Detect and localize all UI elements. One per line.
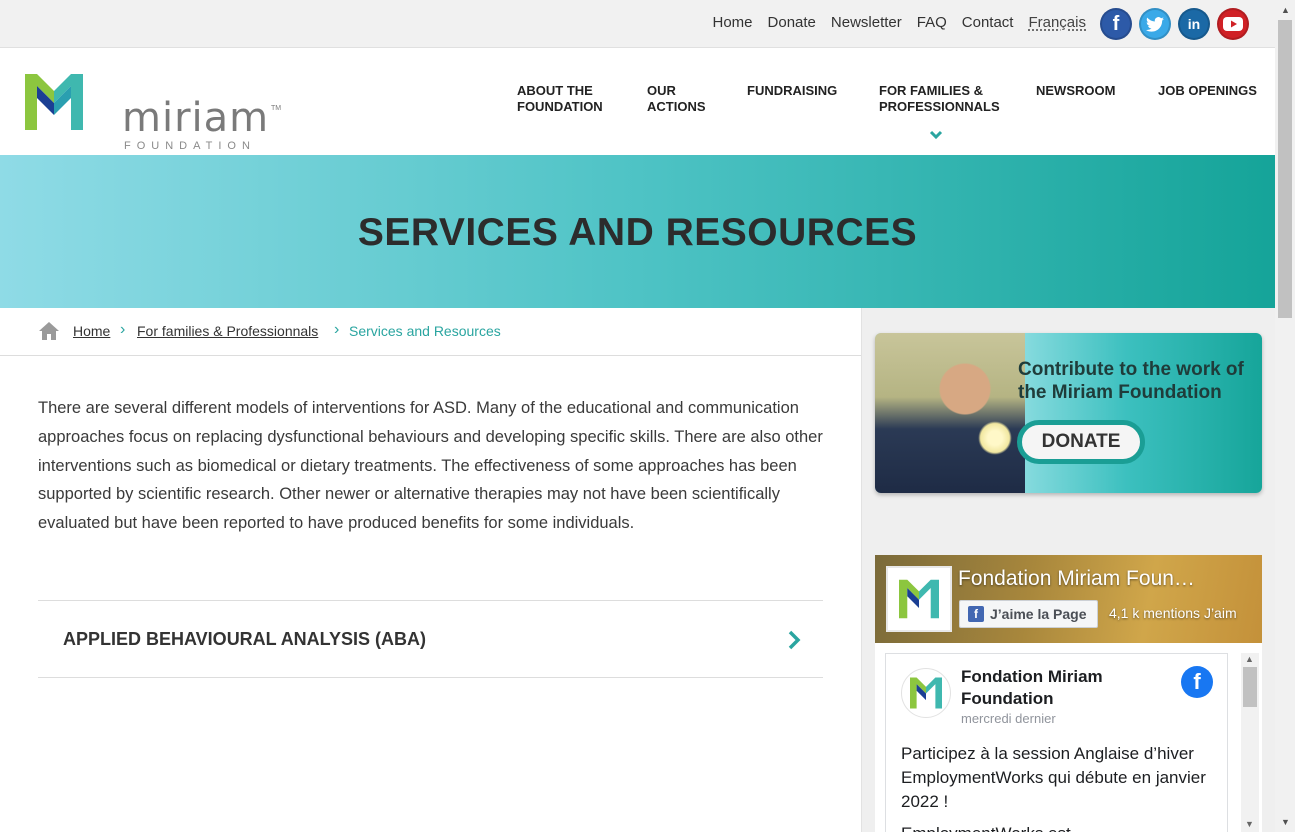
facebook-icon: f <box>968 606 984 622</box>
post-text-continued: EmploymentWorks est <box>901 824 1071 832</box>
nav-item-families-professionals[interactable]: FOR FAMILIES & PROFESSIONNALS <box>879 83 1000 115</box>
post-author[interactable]: Fondation Miriam Foundation <box>961 666 1151 710</box>
facebook-post: Fondation Miriam Foundation mercredi der… <box>885 653 1228 832</box>
nav-label-line2: FOUNDATION <box>517 99 603 114</box>
nav-item-newsroom[interactable]: NEWSROOM <box>1036 83 1115 99</box>
accordion-title: APPLIED BEHAVIOURAL ANALYSIS (ABA) <box>63 629 427 649</box>
page-logo[interactable] <box>886 566 952 632</box>
nav-label-line1: ABOUT THE <box>517 83 593 98</box>
nav-label-line1: FOR FAMILIES & <box>879 83 983 98</box>
social-links: f in <box>1100 8 1249 40</box>
intro-paragraph: There are several different models of in… <box>38 399 823 533</box>
page-scrollbar[interactable]: ▲ ▼ <box>1275 0 1295 832</box>
facebook-icon[interactable]: f <box>1181 666 1213 698</box>
youtube-icon[interactable] <box>1217 8 1249 40</box>
facebook-widget-header: Fondation Miriam Foun… f J’aime la Page … <box>875 555 1262 643</box>
utility-bar: Home Donate Newsletter FAQ Contact Franç… <box>0 0 1275 48</box>
logo-subtitle: FOUNDATION <box>124 140 256 152</box>
page-title: SERVICES AND RESOURCES <box>357 211 918 254</box>
breadcrumb-chevron-icon: › <box>334 321 340 338</box>
donate-heading: Contribute to the work of the Miriam Fou… <box>1018 359 1244 403</box>
nav-item-fundraising[interactable]: FUNDRAISING <box>747 83 837 99</box>
facebook-page-widget: Fondation Miriam Foun… f J’aime la Page … <box>875 555 1262 832</box>
dandelion-image <box>978 421 1012 455</box>
breadcrumb-chevron-icon: › <box>120 321 126 338</box>
facebook-icon[interactable]: f <box>1100 8 1132 40</box>
nav-label-line1: OUR <box>647 83 676 98</box>
nav-label-line1: NEWSROOM <box>1036 83 1116 98</box>
facebook-page-name[interactable]: Fondation Miriam Foun… <box>958 567 1195 591</box>
scroll-down-icon[interactable]: ▼ <box>1245 819 1254 829</box>
home-icon[interactable] <box>39 322 59 340</box>
utility-links: Home Donate Newsletter FAQ Contact Franç… <box>713 14 1087 31</box>
language-switch-link[interactable]: Français <box>1028 14 1086 31</box>
utility-link-home[interactable]: Home <box>713 14 753 31</box>
logo-mark <box>25 74 83 130</box>
post-text: Participez à la session Anglaise d’hiver… <box>901 744 1206 811</box>
active-nav-chevron-icon <box>929 130 943 140</box>
utility-link-faq[interactable]: FAQ <box>917 14 947 31</box>
utility-link-newsletter[interactable]: Newsletter <box>831 14 902 31</box>
linkedin-icon[interactable]: in <box>1178 8 1210 40</box>
utility-link-contact[interactable]: Contact <box>962 14 1014 31</box>
scroll-up-icon[interactable]: ▲ <box>1281 5 1290 15</box>
scrollbar-thumb[interactable] <box>1243 667 1257 707</box>
site-header: miriam TM FOUNDATION ABOUT THE FOUNDATIO… <box>0 49 1275 155</box>
nav-label-line2: PROFESSIONNALS <box>879 99 1000 114</box>
avatar[interactable] <box>901 668 951 718</box>
scroll-down-icon[interactable]: ▼ <box>1281 817 1290 827</box>
widget-scrollbar[interactable]: ▲ ▼ <box>1241 653 1259 832</box>
breadcrumb-home-link[interactable]: Home <box>73 323 110 339</box>
logo-mark <box>910 677 942 709</box>
nav-item-about[interactable]: ABOUT THE FOUNDATION <box>517 83 603 115</box>
facebook-like-count: 4,1 k mentions J’aim <box>1109 605 1237 621</box>
nav-item-job-openings[interactable]: JOB OPENINGS <box>1158 83 1257 99</box>
nav-item-our-actions[interactable]: OUR ACTIONS <box>647 83 706 115</box>
child-photo <box>875 333 1025 493</box>
nav-label-line2: ACTIONS <box>647 99 706 114</box>
logo-wordmark: miriam <box>122 95 270 141</box>
like-button-label: J’aime la Page <box>990 606 1087 622</box>
breadcrumb-current: Services and Resources <box>349 323 501 339</box>
sidebar: Contribute to the work of the Miriam Fou… <box>861 308 1275 832</box>
chevron-right-icon <box>788 630 801 650</box>
breadcrumb-parent-link[interactable]: For families & Professionnals <box>137 323 318 339</box>
utility-link-donate[interactable]: Donate <box>768 14 816 31</box>
logo-trademark: TM <box>271 105 282 112</box>
scrollbar-thumb[interactable] <box>1278 20 1292 318</box>
post-date[interactable]: mercredi dernier <box>961 711 1056 726</box>
accordion-item-aba[interactable]: APPLIED BEHAVIOURAL ANALYSIS (ABA) <box>38 600 823 678</box>
page-banner: SERVICES AND RESOURCES <box>0 155 1275 308</box>
nav-label-line1: FUNDRAISING <box>747 83 838 98</box>
breadcrumb: Home › For families & Professionnals › S… <box>0 308 861 356</box>
scroll-up-icon[interactable]: ▲ <box>1245 654 1254 664</box>
twitter-icon[interactable] <box>1139 8 1171 40</box>
nav-label-line1: JOB OPENINGS <box>1158 83 1257 98</box>
miriam-logo[interactable]: miriam TM FOUNDATION <box>25 74 281 152</box>
facebook-like-button[interactable]: f J’aime la Page <box>959 600 1098 628</box>
donate-button[interactable]: DONATE <box>1017 420 1145 464</box>
logo-mark <box>899 579 939 619</box>
donate-promo-card[interactable]: Contribute to the work of the Miriam Fou… <box>875 333 1262 493</box>
